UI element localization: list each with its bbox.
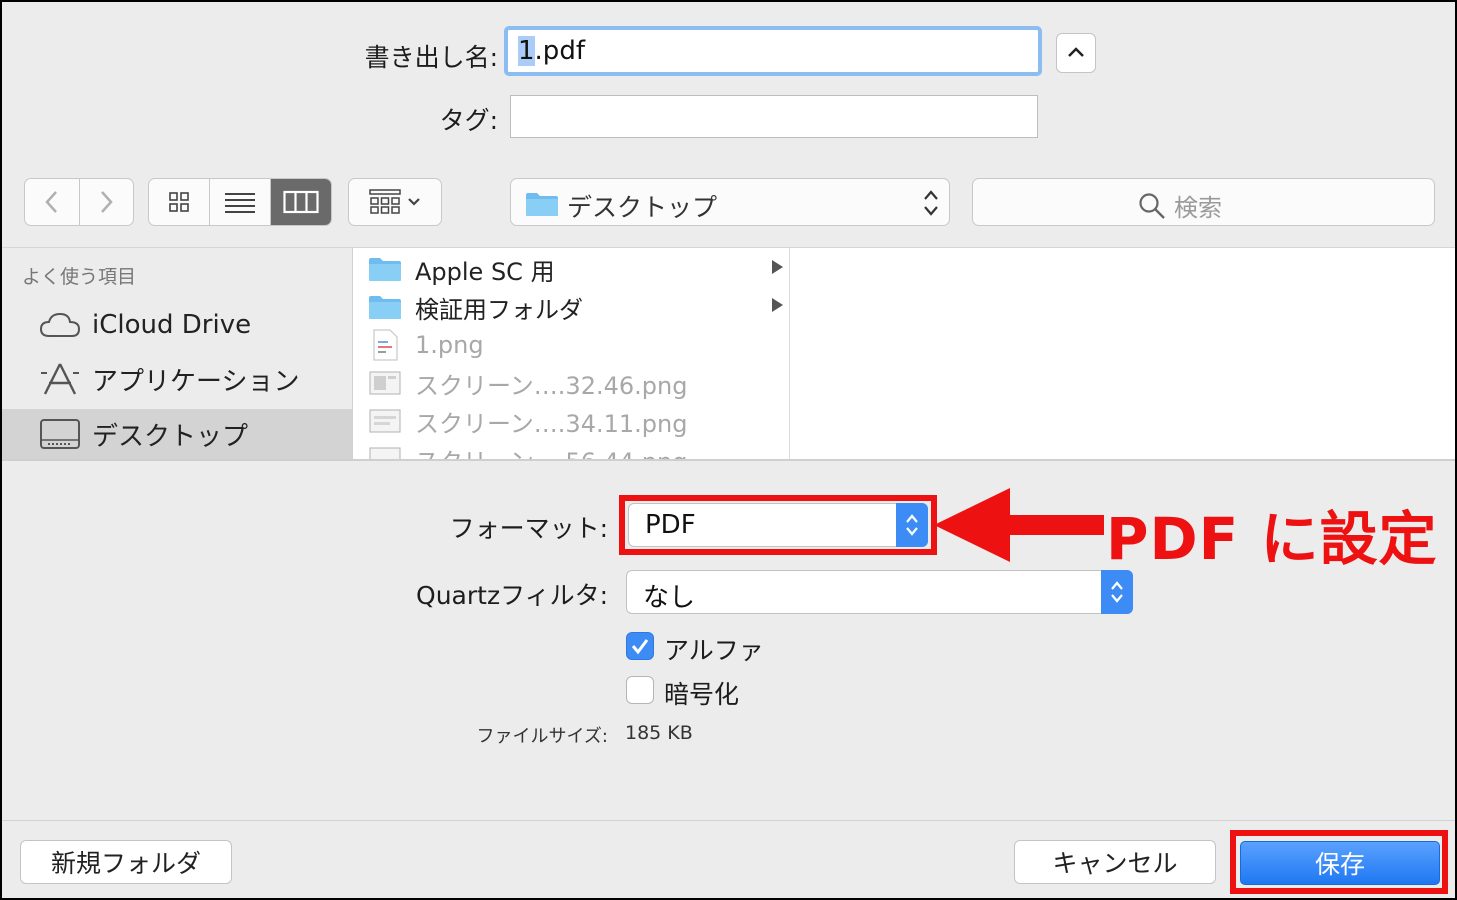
- file-name: スクリーン….56.44.png: [415, 442, 687, 461]
- folder-icon: [369, 296, 401, 319]
- browser-divider[interactable]: [2, 459, 1455, 461]
- search-icon: [1139, 192, 1165, 219]
- preview-column: [790, 247, 1455, 460]
- export-name-field[interactable]: 1.pdf: [504, 26, 1042, 76]
- disclosure-arrow-icon: [772, 260, 783, 274]
- sidebar-item-desktop[interactable]: デスクトップ: [2, 409, 352, 459]
- annotation-text: PDF に設定: [1106, 505, 1438, 573]
- alpha-checkbox[interactable]: [626, 632, 654, 660]
- updown-arrows-icon: [906, 514, 918, 536]
- chevron-right-icon: [101, 191, 113, 213]
- new-folder-button[interactable]: 新規フォルダ: [20, 840, 232, 884]
- navigation-buttons: [24, 178, 134, 226]
- file-row-folder[interactable]: Apple SC 用: [353, 250, 789, 288]
- save-dialog: 書き出し名: 1.pdf タグ: デスクトップ 検索 よく使う項目 iCloud…: [0, 0, 1457, 900]
- icon-grid-icon: [169, 192, 189, 212]
- quartz-filter-popup[interactable]: なし: [626, 570, 1133, 614]
- sidebar-item-label: デスクトップ: [92, 421, 249, 452]
- format-value: PDF: [645, 510, 696, 540]
- file-name: 検証用フォルダ: [415, 295, 583, 324]
- popup-stepper: [896, 503, 928, 547]
- file-name: スクリーン….32.46.png: [415, 371, 688, 400]
- location-popup[interactable]: デスクトップ: [510, 178, 950, 226]
- location-label: デスクトップ: [567, 193, 718, 222]
- tags-field[interactable]: [510, 95, 1038, 138]
- view-mode-buttons: [148, 178, 332, 226]
- sidebar-item-icloud-drive[interactable]: iCloud Drive: [2, 300, 352, 350]
- encrypt-checkbox[interactable]: [626, 676, 654, 704]
- search-placeholder: 検索: [1174, 194, 1222, 222]
- file-size-value: 185 KB: [625, 722, 693, 744]
- chevron-up-icon: [1068, 47, 1084, 57]
- checkmark-icon: [631, 639, 649, 655]
- annotation-arrow-icon: [934, 488, 1104, 562]
- file-row-image[interactable]: スクリーン….56.44.png: [353, 440, 789, 460]
- cancel-button[interactable]: キャンセル: [1014, 840, 1216, 884]
- column-view-button[interactable]: [271, 179, 331, 225]
- chevron-down-icon: [408, 198, 420, 206]
- file-name: スクリーン….34.11.png: [415, 409, 688, 438]
- back-button[interactable]: [25, 179, 80, 225]
- collapse-dialog-button[interactable]: [1056, 33, 1096, 73]
- sidebar-item-label: アプリケーション: [92, 366, 300, 397]
- icon-view-button[interactable]: [149, 179, 210, 225]
- chevron-left-icon: [45, 191, 57, 213]
- screenshot-file-icon: [369, 371, 401, 395]
- arrange-button[interactable]: [348, 178, 442, 226]
- sidebar-header: よく使う項目: [22, 266, 137, 288]
- sidebar-item-label: iCloud Drive: [92, 310, 252, 340]
- file-size-label: ファイルサイズ:: [476, 726, 608, 747]
- folder-icon: [526, 193, 558, 216]
- cloud-icon: [39, 312, 81, 337]
- quartz-filter-value: なし: [643, 583, 696, 613]
- encrypt-label: 暗号化: [664, 680, 740, 709]
- screenshot-file-icon: [369, 447, 401, 460]
- alpha-label: アルファ: [664, 636, 764, 665]
- folder-icon: [369, 258, 401, 281]
- format-popup[interactable]: PDF: [628, 503, 928, 547]
- popup-stepper: [1101, 570, 1133, 614]
- file-name: 1.png: [415, 331, 484, 359]
- sidebar: よく使う項目 iCloud Drive アプリケーション デスクトップ: [2, 247, 353, 460]
- screenshot-file-icon: [369, 409, 401, 433]
- sidebar-item-applications[interactable]: アプリケーション: [2, 354, 352, 404]
- export-name-extension: .pdf: [534, 36, 585, 66]
- bottom-separator: [2, 820, 1455, 821]
- save-button[interactable]: 保存: [1240, 841, 1440, 885]
- quartz-filter-label: Quartzフィルタ:: [416, 581, 608, 610]
- file-row-folder[interactable]: 検証用フォルダ: [353, 288, 789, 326]
- tags-label: タグ:: [439, 106, 498, 135]
- file-row-image[interactable]: 1.png: [353, 326, 789, 364]
- list-icon: [225, 193, 255, 213]
- list-view-button[interactable]: [210, 179, 271, 225]
- updown-arrows-icon: [1111, 581, 1123, 603]
- file-row-image[interactable]: スクリーン….34.11.png: [353, 402, 789, 440]
- file-name: Apple SC 用: [415, 257, 555, 286]
- applications-icon: [41, 363, 79, 395]
- image-file-icon: [373, 329, 398, 361]
- forward-button[interactable]: [80, 179, 134, 225]
- group-icon: [369, 189, 401, 214]
- format-label: フォーマット:: [449, 514, 608, 543]
- updown-arrows-icon: [924, 190, 938, 216]
- desktop-icon: [40, 419, 80, 449]
- export-name-selection: 1: [518, 36, 535, 66]
- file-row-image[interactable]: スクリーン….32.46.png: [353, 364, 789, 402]
- file-column: Apple SC 用 検証用フォルダ 1.png スクリーン….32.46.pn…: [353, 247, 790, 460]
- export-name-label: 書き出し名:: [364, 43, 498, 72]
- disclosure-arrow-icon: [772, 298, 783, 312]
- columns-icon: [283, 190, 319, 214]
- search-field[interactable]: 検索: [972, 178, 1435, 226]
